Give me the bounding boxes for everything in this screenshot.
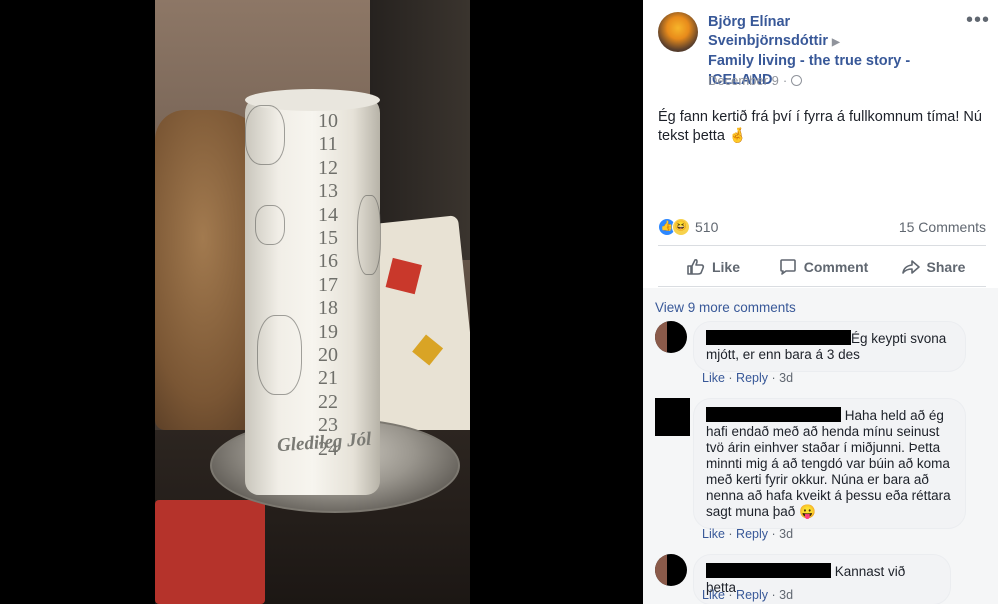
candle-number: 13: [318, 180, 338, 203]
comments-section: View 9 more comments Ég keypti svona mjó…: [643, 288, 998, 604]
thumbs-up-icon: [687, 258, 705, 275]
share-label: Share: [926, 259, 966, 275]
redacted-name: [706, 330, 851, 345]
redacted-name: [706, 407, 841, 422]
candle-number: 12: [318, 156, 338, 179]
comment-bubble: Ég keypti svona mjótt, er enn bara á 3 d…: [693, 321, 966, 372]
comment-reply-link[interactable]: Reply: [736, 527, 768, 541]
comment-time[interactable]: 3d: [779, 371, 793, 385]
reaction-icons[interactable]: 👍 😆: [658, 218, 692, 236]
like-button[interactable]: Like: [658, 250, 768, 284]
more-options-icon[interactable]: •••: [966, 10, 990, 30]
candle-number: 14: [318, 203, 338, 226]
post-meta: December 9 ·: [708, 73, 803, 88]
candle-number: 10: [318, 110, 338, 132]
author-name[interactable]: Björg Elínar Sveinbjörnsdóttir: [708, 14, 828, 49]
comment-meta: Like · Reply · 3d: [702, 527, 794, 541]
commenter-avatar[interactable]: [655, 398, 690, 436]
comment-like-link[interactable]: Like: [702, 527, 725, 541]
comment-time[interactable]: 3d: [779, 588, 793, 602]
reactions-bar: 👍 😆 510 15 Comments: [658, 218, 988, 238]
candle-number: 15: [318, 227, 338, 250]
candle-numbers: 10 11 12 13 14 15 16 17 18 19 20 21 22 2…: [308, 110, 348, 461]
candle-number: 20: [318, 344, 338, 367]
commenter-avatar[interactable]: [655, 554, 687, 586]
share-icon: [901, 260, 920, 274]
globe-icon: [791, 75, 803, 86]
commenter-avatar[interactable]: [655, 321, 687, 353]
candle-sketch: [245, 105, 285, 165]
comment-time[interactable]: 3d: [779, 527, 793, 541]
candle-number: 18: [318, 297, 338, 320]
haha-icon: 😆: [672, 218, 690, 236]
comment-like-link[interactable]: Like: [702, 371, 725, 385]
candle-number: 19: [318, 320, 338, 343]
comment-reply-link[interactable]: Reply: [736, 371, 768, 385]
share-button[interactable]: Share: [878, 250, 988, 284]
divider: [658, 245, 986, 246]
comment-reply-link[interactable]: Reply: [736, 588, 768, 602]
candle-number: 16: [318, 250, 338, 273]
comments-count[interactable]: 15 Comments: [899, 219, 986, 235]
view-more-comments-link[interactable]: View 9 more comments: [655, 300, 796, 315]
candle-sketch: [255, 205, 285, 245]
reaction-count[interactable]: 510: [695, 219, 718, 235]
post-text: Ég fann kertið frá því í fyrra á fullkom…: [658, 109, 982, 144]
photo-gift-box: [155, 500, 265, 604]
comment-button[interactable]: Comment: [768, 250, 878, 284]
post-photo[interactable]: 10 11 12 13 14 15 16 17 18 19 20 21 22 2…: [155, 0, 470, 604]
photo-viewer: 10 11 12 13 14 15 16 17 18 19 20 21 22 2…: [0, 0, 643, 604]
candle-sketch: [357, 195, 381, 275]
comment-text: Haha held að ég hafi endað með að henda …: [706, 408, 951, 519]
arrow-right-icon: ▶: [832, 37, 840, 48]
comment-icon: [779, 259, 796, 275]
redacted-name: [706, 563, 831, 578]
candle-number: 22: [318, 390, 338, 413]
comment-meta: Like · Reply · 3d: [702, 588, 794, 602]
comment-bubble: Haha held að ég hafi endað með að henda …: [693, 398, 966, 529]
post-panel: Björg Elínar Sveinbjörnsdóttir ▶ Family l…: [643, 0, 998, 604]
candle-number: 17: [318, 273, 338, 296]
post-date[interactable]: December 9: [708, 73, 779, 88]
author-avatar[interactable]: [658, 12, 698, 52]
candle-number: 21: [318, 367, 338, 390]
candle-number: 11: [318, 133, 338, 156]
comment-like-link[interactable]: Like: [702, 588, 725, 602]
post-actions: Like Comment Share: [658, 250, 988, 284]
comment-label: Comment: [803, 259, 869, 275]
like-label: Like: [711, 259, 740, 275]
comment-meta: Like · Reply · 3d: [702, 371, 794, 385]
candle-sketch: [257, 315, 302, 395]
divider: [658, 286, 986, 287]
